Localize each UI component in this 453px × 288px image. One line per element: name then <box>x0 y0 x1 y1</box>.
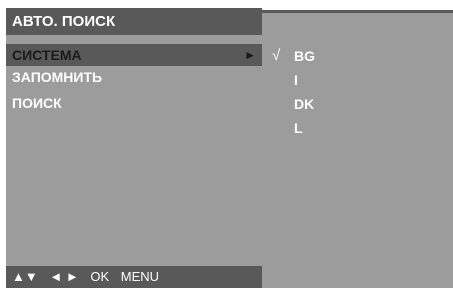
menu-title: АВТО. ПОИСК <box>6 8 262 35</box>
option-bg[interactable]: √ BG <box>262 44 453 68</box>
up-down-arrows-icon: ▲▼ <box>12 269 38 284</box>
menu-hint: MENU <box>120 269 160 284</box>
menu-item-label: ПОИСК <box>12 95 62 111</box>
menu-item-zapomnit[interactable]: ЗАПОМНИТЬ <box>6 66 262 88</box>
checkmark-icon: √ <box>272 47 281 64</box>
option-dk[interactable]: DK <box>262 92 453 116</box>
menu-panel: АВТО. ПОИСК СИСТЕМА ► ЗАПОМНИТЬ ПОИСК ▲▼… <box>6 8 262 288</box>
submenu-top-bar <box>262 10 453 13</box>
left-right-arrows-icon: ◄ ► <box>49 269 79 284</box>
option-i[interactable]: I <box>262 68 453 92</box>
navigation-hint-bar: ▲▼ ◄ ► OK MENU <box>6 266 262 288</box>
option-label: BG <box>294 48 315 64</box>
ok-hint: OK <box>90 269 110 284</box>
menu-item-sistema[interactable]: СИСТЕМА ► <box>6 44 262 66</box>
menu-item-poisk[interactable]: ПОИСК <box>6 92 262 114</box>
arrow-right-icon: ► <box>244 48 256 62</box>
option-label: DK <box>294 96 315 112</box>
option-label: I <box>294 72 298 88</box>
submenu-panel: √ BG I DK L <box>262 10 453 288</box>
menu-item-label: ЗАПОМНИТЬ <box>12 69 103 85</box>
menu-item-label: СИСТЕМА <box>12 47 82 63</box>
option-l[interactable]: L <box>262 116 453 140</box>
option-label: L <box>294 120 303 136</box>
